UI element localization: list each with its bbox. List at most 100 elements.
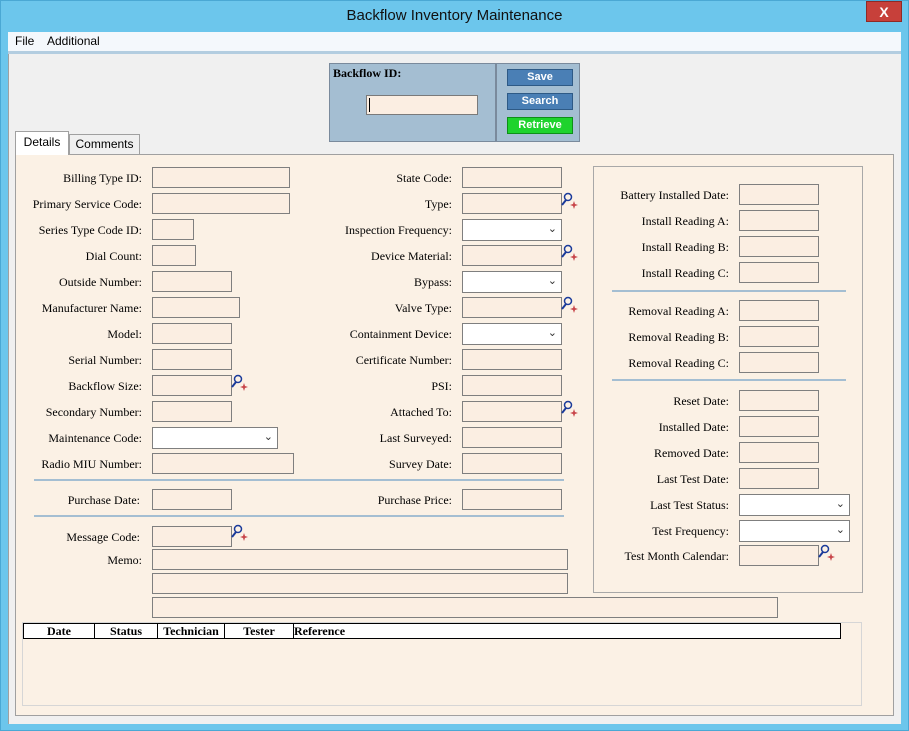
- menu-bar: File Additional: [8, 32, 901, 51]
- removal-reading-b-label: Removal Reading B:: [628, 330, 729, 344]
- removal-reading-c-label: Removal Reading C:: [628, 356, 729, 370]
- certificate-number-field[interactable]: [462, 349, 562, 370]
- series-type-code-id-label: Series Type Code ID:: [38, 223, 142, 237]
- purchase-price-field[interactable]: [462, 489, 562, 510]
- backflow-id-input[interactable]: [366, 95, 478, 115]
- certificate-number-label: Certificate Number:: [355, 353, 452, 367]
- device-material-field[interactable]: [462, 245, 562, 266]
- maintenance-code-dropdown[interactable]: ⌄: [152, 427, 278, 449]
- primary-service-code-field[interactable]: [152, 193, 290, 214]
- lookup-icon[interactable]: [818, 544, 836, 562]
- removal-reading-a-field[interactable]: [739, 300, 819, 321]
- chevron-down-icon: ⌄: [547, 222, 557, 235]
- battery-installed-date-field[interactable]: [739, 184, 819, 205]
- tab-details[interactable]: Details: [15, 131, 69, 155]
- install-reading-a-field[interactable]: [739, 210, 819, 231]
- lookup-icon[interactable]: [561, 244, 579, 262]
- last-surveyed-field[interactable]: [462, 427, 562, 448]
- containment-device-label: Containment Device:: [349, 327, 452, 341]
- menu-file[interactable]: File: [15, 34, 34, 48]
- bypass-dropdown[interactable]: ⌄: [462, 271, 562, 293]
- lookup-icon[interactable]: [231, 374, 249, 392]
- inspection-frequency-dropdown[interactable]: ⌄: [462, 219, 562, 241]
- message-code-field[interactable]: [152, 526, 232, 547]
- last-test-date-label: Last Test Date:: [656, 472, 729, 486]
- installed-date-field[interactable]: [739, 416, 819, 437]
- outside-number-field[interactable]: [152, 271, 232, 292]
- backflow-id-panel: Backflow ID:: [329, 63, 496, 142]
- attached-to-field[interactable]: [462, 401, 562, 422]
- test-month-calendar-field[interactable]: [739, 545, 819, 566]
- serial-number-label: Serial Number:: [68, 353, 142, 367]
- survey-date-field[interactable]: [462, 453, 562, 474]
- serial-number-field[interactable]: [152, 349, 232, 370]
- save-button[interactable]: Save: [507, 69, 573, 86]
- removed-date-label: Removed Date:: [654, 446, 729, 460]
- last-test-date-field[interactable]: [739, 468, 819, 489]
- tab-comments[interactable]: Comments: [69, 134, 140, 155]
- outside-number-label: Outside Number:: [59, 275, 142, 289]
- message-code-label: Message Code:: [66, 530, 140, 544]
- billing-type-id-label: Billing Type ID:: [63, 171, 142, 185]
- install-reading-c-field[interactable]: [739, 262, 819, 283]
- install-reading-a-label: Install Reading A:: [641, 214, 729, 228]
- close-button[interactable]: X: [866, 1, 902, 22]
- reset-date-label: Reset Date:: [673, 394, 729, 408]
- last-test-status-dropdown[interactable]: ⌄: [739, 494, 850, 516]
- history-grid[interactable]: Date Status Technician Tester Reference: [22, 622, 862, 706]
- dial-count-field[interactable]: [152, 245, 196, 266]
- type-field[interactable]: [462, 193, 562, 214]
- radio-miu-number-label: Radio MIU Number:: [41, 457, 142, 471]
- inspection-frequency-label: Inspection Frequency:: [345, 223, 452, 237]
- title-bar[interactable]: Backflow Inventory Maintenance: [1, 1, 908, 32]
- removed-date-field[interactable]: [739, 442, 819, 463]
- series-type-code-id-field[interactable]: [152, 219, 194, 240]
- lookup-icon[interactable]: [231, 524, 249, 542]
- test-frequency-dropdown[interactable]: ⌄: [739, 520, 850, 542]
- grid-header: Date Status Technician Tester Reference: [23, 623, 841, 639]
- valve-type-field[interactable]: [462, 297, 562, 318]
- column-header-technician[interactable]: Technician: [158, 624, 225, 638]
- memo-line-3[interactable]: [152, 597, 778, 618]
- containment-device-dropdown[interactable]: ⌄: [462, 323, 562, 345]
- psi-field[interactable]: [462, 375, 562, 396]
- lookup-icon[interactable]: [561, 192, 579, 210]
- purchase-price-label: Purchase Price:: [377, 493, 452, 507]
- valve-type-label: Valve Type:: [394, 301, 452, 315]
- memo-line-2[interactable]: [152, 573, 568, 594]
- install-reading-c-label: Install Reading C:: [641, 266, 729, 280]
- removal-reading-c-field[interactable]: [739, 352, 819, 373]
- state-code-label: State Code:: [396, 171, 452, 185]
- column-header-reference[interactable]: Reference: [294, 624, 354, 638]
- backflow-size-field[interactable]: [152, 375, 232, 396]
- manufacturer-name-label: Manufacturer Name:: [41, 301, 142, 315]
- column-header-tester[interactable]: Tester: [225, 624, 294, 638]
- lookup-icon[interactable]: [561, 296, 579, 314]
- manufacturer-name-field[interactable]: [152, 297, 240, 318]
- removal-reading-b-field[interactable]: [739, 326, 819, 347]
- installed-date-label: Installed Date:: [658, 420, 729, 434]
- lookup-icon[interactable]: [561, 400, 579, 418]
- last-test-status-label: Last Test Status:: [650, 498, 729, 512]
- search-button[interactable]: Search: [507, 93, 573, 110]
- column-header-status[interactable]: Status: [95, 624, 158, 638]
- radio-miu-number-field[interactable]: [152, 453, 294, 474]
- state-code-field[interactable]: [462, 167, 562, 188]
- menu-additional[interactable]: Additional: [47, 34, 100, 48]
- maintenance-code-label: Maintenance Code:: [48, 431, 142, 445]
- model-field[interactable]: [152, 323, 232, 344]
- model-label: Model:: [107, 327, 142, 341]
- memo-line-1[interactable]: [152, 549, 568, 570]
- column-header-date[interactable]: Date: [24, 624, 95, 638]
- billing-type-id-field[interactable]: [152, 167, 290, 188]
- section-divider: [612, 379, 846, 381]
- chevron-down-icon: ⌄: [547, 326, 557, 339]
- removal-reading-a-label: Removal Reading A:: [628, 304, 729, 318]
- type-label: Type:: [424, 197, 452, 211]
- install-reading-b-field[interactable]: [739, 236, 819, 257]
- action-button-panel: Save Search Retrieve: [496, 63, 580, 142]
- purchase-date-field[interactable]: [152, 489, 232, 510]
- retrieve-button[interactable]: Retrieve: [507, 117, 573, 134]
- secondary-number-field[interactable]: [152, 401, 232, 422]
- reset-date-field[interactable]: [739, 390, 819, 411]
